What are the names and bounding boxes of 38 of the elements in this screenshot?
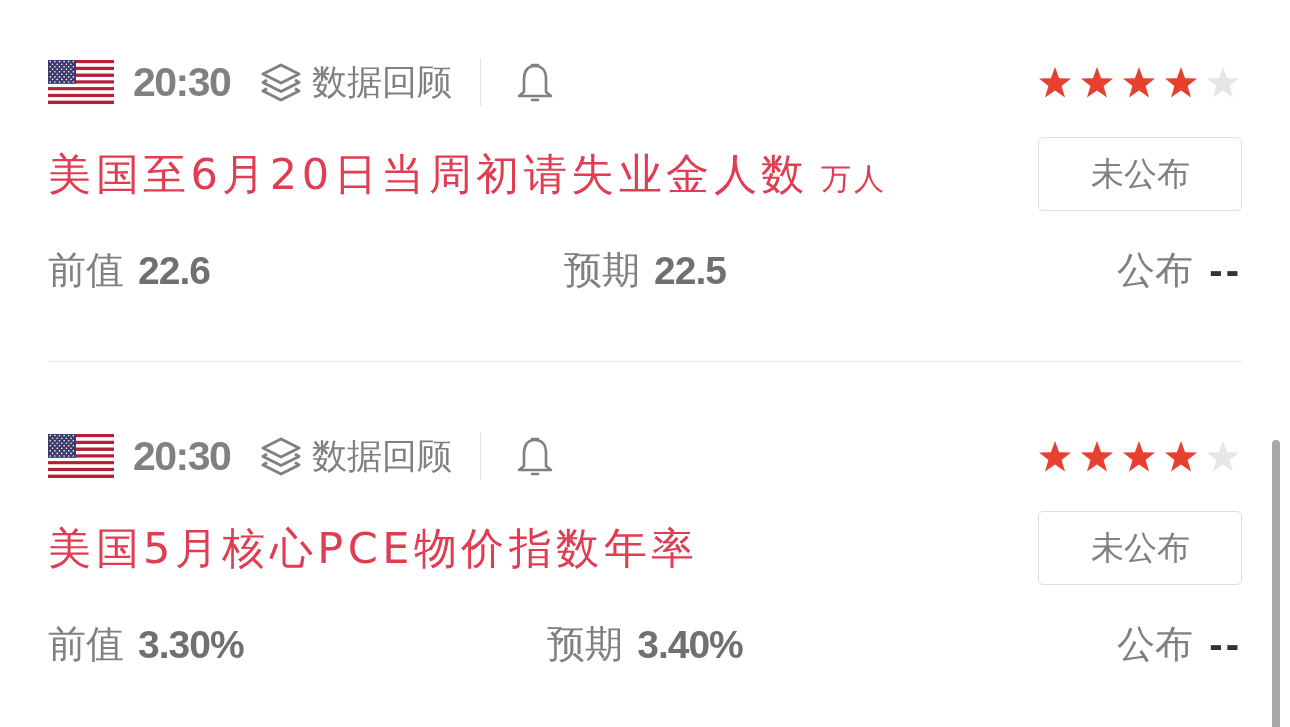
- event-title: 美国至6月20日当周初请失业金人数: [48, 148, 809, 200]
- figure-value: --: [1209, 248, 1242, 293]
- star-icon: [1206, 440, 1240, 472]
- event-title: 美国5月核心PCE物价指数年率: [48, 522, 699, 574]
- us-flag-icon: [48, 434, 114, 478]
- layers-icon: [260, 435, 303, 477]
- figure-label: 前值: [48, 247, 124, 294]
- star-icon: [1164, 66, 1198, 98]
- unit-label: 万人: [820, 160, 887, 198]
- star-icon: [1164, 440, 1198, 472]
- data-review-link[interactable]: 数据回顾: [260, 434, 453, 478]
- status-button[interactable]: 未公布: [1038, 511, 1242, 585]
- star-icon: [1122, 66, 1156, 98]
- data-review-link[interactable]: 数据回顾: [260, 60, 453, 104]
- star-icon: [1038, 66, 1072, 98]
- star-icon: [1080, 66, 1114, 98]
- bell-icon[interactable]: [516, 435, 555, 477]
- star-icon: [1122, 440, 1156, 472]
- figure-label: 公布: [1117, 621, 1194, 668]
- figure-label: 公布: [1117, 247, 1194, 294]
- star-icon: [1080, 440, 1114, 472]
- event-time: 20:30: [133, 432, 231, 480]
- status-button[interactable]: 未公布: [1038, 137, 1242, 211]
- figure-value: 22.6: [138, 248, 210, 293]
- figure-value: 3.40%: [637, 622, 743, 667]
- figure-value: --: [1209, 622, 1242, 667]
- us-flag-icon: [48, 60, 114, 104]
- figure-value: 3.30%: [138, 622, 244, 667]
- figure-label: 预期: [547, 621, 624, 668]
- scrollbar-thumb[interactable]: [1272, 440, 1280, 727]
- star-icon: [1206, 66, 1240, 98]
- bell-icon[interactable]: [516, 61, 555, 103]
- star-icon: [1038, 440, 1072, 472]
- figure-label: 前值: [48, 621, 124, 668]
- figure-label: 预期: [564, 247, 641, 294]
- event-time: 20:30: [133, 58, 231, 106]
- figure-value: 22.5: [654, 248, 726, 293]
- layers-icon: [260, 61, 303, 103]
